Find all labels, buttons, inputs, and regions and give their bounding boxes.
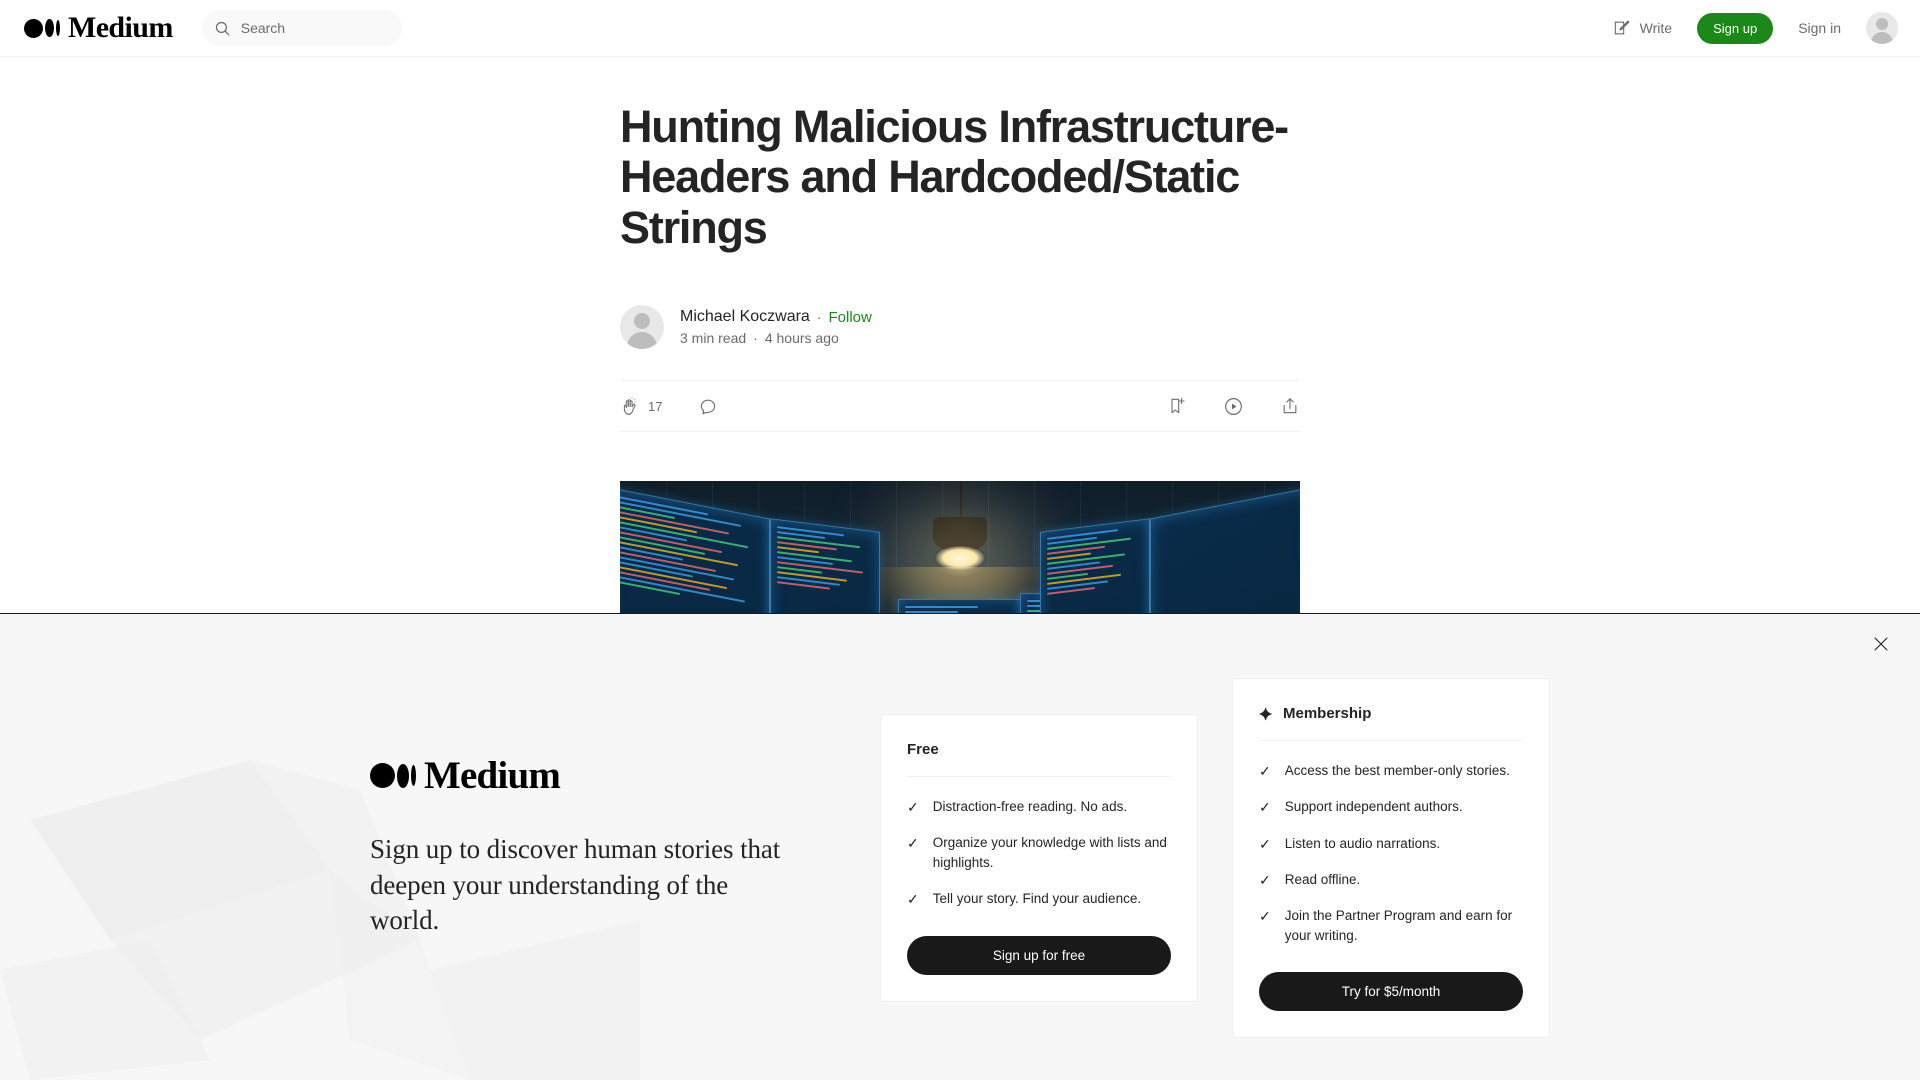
benefit-text: Tell your story. Find your audience.: [932, 891, 1142, 907]
author-name[interactable]: Michael Koczwara: [680, 308, 810, 326]
check-icon: ✓: [1259, 871, 1271, 888]
benefit-text: Organize your knowledge with lists and h…: [932, 835, 1167, 871]
write-button[interactable]: Write: [1612, 18, 1672, 38]
user-avatar-icon[interactable]: [1866, 12, 1898, 44]
list-item: ✓ Organize your knowledge with lists and…: [907, 833, 1171, 873]
sparkle-icon: [1259, 707, 1272, 720]
check-icon: ✓: [1259, 763, 1271, 779]
write-pencil-icon: [1614, 20, 1630, 35]
membership-label: Membership: [1283, 705, 1372, 722]
free-plan-title: Free: [907, 741, 939, 758]
banner-logo-mark: [370, 763, 416, 789]
listen-button[interactable]: [1223, 396, 1244, 417]
check-icon: ✓: [907, 835, 919, 852]
meta-separator: ·: [753, 330, 758, 347]
engagement-toolbar: 17: [620, 380, 1300, 433]
check-icon: ✓: [1259, 908, 1271, 925]
write-label: Write: [1639, 20, 1673, 36]
bookmark-button[interactable]: [1167, 396, 1187, 416]
medium-logo[interactable]: Medium: [24, 13, 173, 43]
comment-icon: [701, 399, 716, 415]
sign-in-link[interactable]: Sign in: [1798, 20, 1841, 36]
listen-play-icon: [1225, 397, 1242, 415]
benefit-text: Listen to audio narrations.: [1284, 835, 1441, 851]
try-membership-button[interactable]: Try for $5/month: [1259, 972, 1523, 1012]
author-avatar[interactable]: [620, 305, 664, 350]
banner-medium-logo: Medium: [370, 756, 800, 795]
benefit-text: Support independent authors.: [1284, 799, 1463, 815]
divider: [1259, 740, 1523, 741]
membership-plan-title: Membership: [1259, 705, 1523, 722]
check-icon: ✓: [1259, 835, 1271, 852]
list-item: ✓ Read offline.: [1259, 870, 1523, 890]
list-item: ✓ Support independent authors.: [1259, 797, 1523, 817]
share-icon: [1283, 398, 1297, 414]
bookmark-add-icon: [1171, 398, 1185, 414]
benefit-text: Distraction-free reading. No ads.: [932, 799, 1128, 814]
divider: [907, 776, 1171, 777]
list-item: ✓ Tell your story. Find your audience.: [907, 889, 1171, 909]
membership-plan-card: Membership ✓ Access the best member-only…: [1232, 678, 1550, 1039]
share-button[interactable]: [1280, 396, 1300, 416]
check-icon: ✓: [907, 799, 919, 815]
sign-up-for-free-button[interactable]: Sign up for free: [907, 935, 1171, 975]
list-item: ✓ Distraction-free reading. No ads.: [907, 797, 1171, 817]
benefit-text: Join the Partner Program and earn for yo…: [1284, 908, 1513, 944]
free-plan-card: Free ✓ Distraction-free reading. No ads.…: [880, 714, 1198, 1002]
clap-icon: [623, 396, 637, 415]
banner-intro: Medium Sign up to discover human stories…: [370, 756, 800, 939]
banner-logo-wordmark: Medium: [424, 754, 561, 798]
follow-button[interactable]: Follow: [829, 309, 872, 326]
check-icon: ✓: [1259, 799, 1271, 816]
published-time: 4 hours ago: [764, 330, 839, 347]
clap-count: 17: [648, 398, 663, 414]
medium-logo-wordmark: Medium: [68, 11, 173, 44]
read-time: 3 min read: [680, 330, 747, 347]
sign-up-button[interactable]: Sign up: [1697, 12, 1774, 44]
page-title: Hunting Malicious Infrastructure-Headers…: [620, 101, 1289, 253]
list-item: ✓ Listen to audio narrations.: [1259, 834, 1523, 854]
search-input[interactable]: Search: [201, 10, 402, 46]
clap-button[interactable]: 17: [620, 396, 662, 417]
search-icon: [215, 21, 230, 35]
top-navigation-bar: Medium Search Write Sign up Sign in: [0, 0, 1920, 57]
signup-promo-banner: Medium Sign up to discover human stories…: [0, 613, 1920, 1080]
check-icon: ✓: [907, 891, 919, 908]
nav-actions: Write Sign up Sign in: [1612, 12, 1898, 44]
byline-separator: ·: [816, 309, 822, 326]
comment-button[interactable]: [698, 396, 718, 416]
medium-logo-mark: [24, 18, 60, 38]
author-byline: Michael Koczwara · Follow 3 min read · 4…: [620, 305, 1300, 350]
list-item: ✓ Join the Partner Program and earn for …: [1259, 906, 1523, 946]
search-placeholder: Search: [240, 20, 286, 36]
benefit-text: Read offline.: [1284, 871, 1361, 887]
list-item: ✓ Access the best member-only stories.: [1259, 761, 1523, 781]
banner-headline: Sign up to discover human stories that d…: [370, 834, 781, 936]
benefit-text: Access the best member-only stories.: [1284, 763, 1510, 778]
